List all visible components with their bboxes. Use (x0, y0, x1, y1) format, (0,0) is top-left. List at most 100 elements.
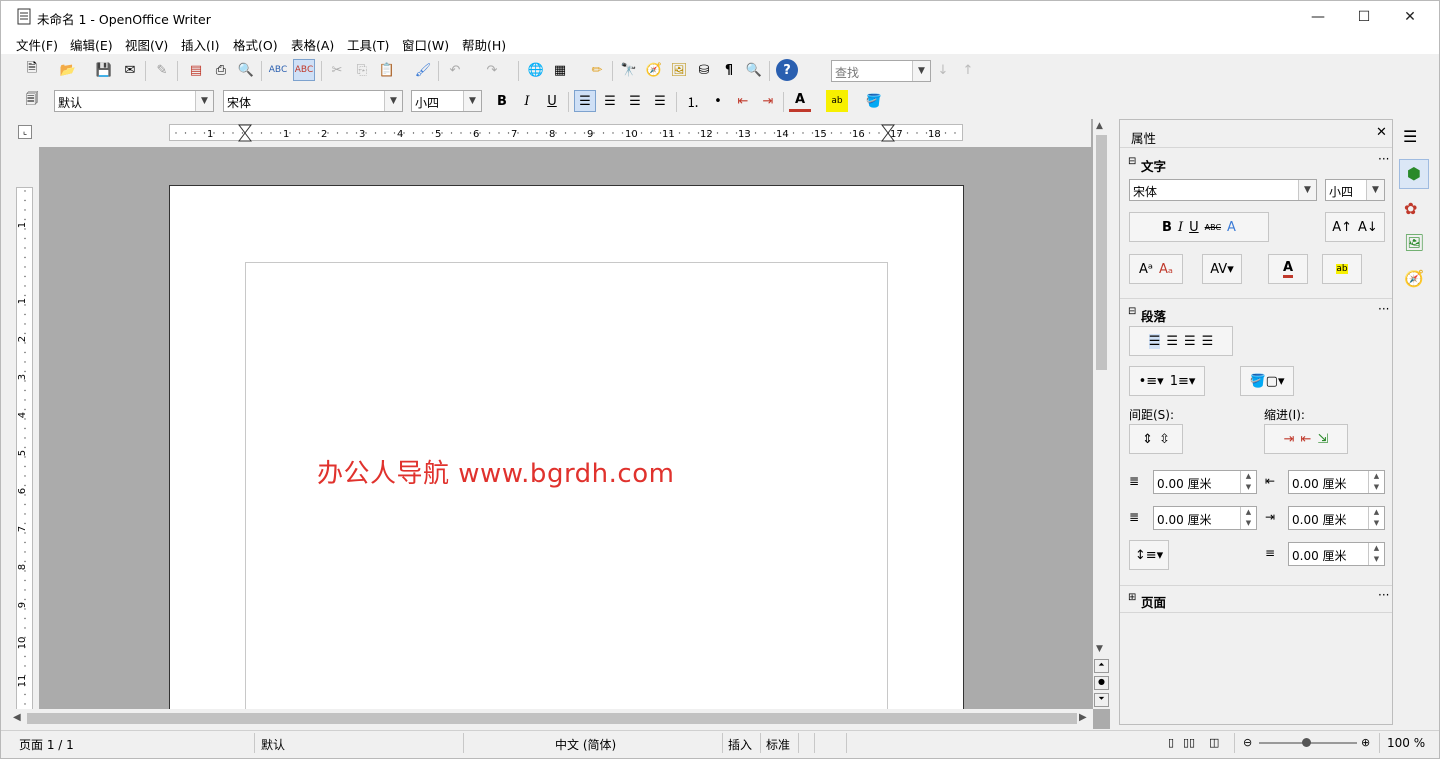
menu-format[interactable]: 格式(O) (233, 35, 278, 54)
font-name-select[interactable]: 宋体 ▼ (223, 90, 403, 112)
bullets-icon[interactable]: • (707, 90, 729, 112)
draw-functions-icon[interactable]: ✏ (586, 59, 608, 81)
spin-arrows-icon[interactable]: ▲ ▼ (1368, 543, 1384, 565)
numbering-icon[interactable]: ⒈ (682, 90, 704, 112)
highlight-button[interactable]: ab (1322, 254, 1362, 284)
spin-arrows-icon[interactable]: ▲ ▼ (1240, 507, 1256, 529)
previous-page-icon[interactable]: ⏶ (1094, 659, 1109, 673)
underline-button[interactable]: U (541, 90, 563, 112)
align-left-icon[interactable]: ☰ (574, 90, 596, 112)
menu-file[interactable]: 文件(F) (16, 35, 58, 54)
menu-window[interactable]: 窗口(W) (402, 35, 449, 54)
spin-arrows-icon[interactable]: ▲ ▼ (1368, 471, 1384, 493)
chevron-down-icon[interactable]: ▼ (384, 91, 402, 111)
horizontal-ruler[interactable]: ⌞ 1 1 2 3 4 5 6 7 8 9 10 11 12 13 14 15 16 17 18 (11, 119, 1091, 147)
spin-arrows-icon[interactable]: ▲ ▼ (1368, 507, 1384, 529)
paragraph-style-select[interactable]: 默认 ▼ (54, 90, 214, 112)
menu-edit[interactable]: 编辑(E) (70, 35, 113, 54)
paste-icon[interactable]: 📋 (376, 59, 398, 81)
italic-button[interactable]: I (516, 90, 538, 112)
help-icon[interactable]: ? (776, 59, 798, 81)
horizontal-scrollbar[interactable]: ◀ ▶ (11, 709, 1093, 729)
after-indent-input[interactable]: 0.00 厘米 ▲ ▼ (1288, 506, 1385, 530)
find-next-icon[interactable]: ↓ (932, 59, 954, 81)
collapse-icon[interactable]: ⊟ (1128, 156, 1136, 167)
page-style[interactable]: 默认 (261, 736, 285, 753)
grow-font-icon[interactable]: A↑ (1332, 220, 1352, 235)
superscript-icon[interactable]: Aᵃ (1139, 262, 1153, 277)
chevron-down-icon[interactable]: ▼ (1298, 180, 1316, 200)
bold-button[interactable]: B (1162, 220, 1172, 235)
book-view-icon[interactable]: ◫ (1209, 736, 1219, 749)
shadow-icon[interactable]: A (1227, 220, 1236, 235)
more-options-icon[interactable]: ··· (1378, 588, 1389, 602)
print-icon[interactable]: ⎙ (210, 59, 232, 81)
auto-spellcheck-icon[interactable]: ABC (293, 59, 315, 81)
increase-indent-icon[interactable]: ⇥ (757, 90, 779, 112)
email-icon[interactable]: ✉ (119, 59, 141, 81)
scroll-thumb[interactable] (27, 713, 1077, 724)
align-right-icon[interactable]: ☰ (624, 90, 646, 112)
decrease-indent-icon[interactable]: ⇤ (1301, 432, 1312, 447)
above-spacing-input[interactable]: 0.00 厘米 ▲ ▼ (1153, 470, 1257, 494)
align-center-icon[interactable]: ☰ (599, 90, 621, 112)
more-options-icon[interactable]: ··· (1378, 302, 1389, 316)
find-input[interactable]: 查找 ▼ (831, 60, 931, 82)
hanging-indent-icon[interactable]: ⇲ (1317, 432, 1328, 447)
sidebar-font-select[interactable]: 宋体 ▼ (1129, 179, 1317, 201)
bold-button[interactable]: B (491, 90, 513, 112)
edit-file-icon[interactable]: ✎ (151, 59, 173, 81)
font-color-button[interactable]: A (1268, 254, 1308, 284)
page-count[interactable]: 页面 1 / 1 (19, 736, 74, 753)
chevron-down-icon[interactable]: ▼ (1366, 180, 1384, 200)
subscript-icon[interactable]: Aₐ (1159, 262, 1173, 277)
collapse-icon[interactable]: ⊟ (1128, 306, 1136, 317)
zoom-icon[interactable]: 🔍 (743, 59, 765, 81)
scroll-left-icon[interactable]: ◀ (13, 712, 21, 723)
font-size-select[interactable]: 小四 ▼ (411, 90, 482, 112)
more-options-icon[interactable]: ··· (1378, 152, 1389, 166)
chevron-down-icon[interactable]: ▼ (195, 91, 213, 111)
menu-insert[interactable]: 插入(I) (181, 35, 219, 54)
print-preview-icon[interactable]: 🔍 (235, 59, 257, 81)
redo-icon[interactable]: ↷ (481, 59, 503, 81)
close-window-button[interactable]: ✕ (1387, 1, 1433, 32)
align-center-icon[interactable]: ☰ (1166, 334, 1178, 349)
undo-icon[interactable]: ↶ (444, 59, 466, 81)
spin-arrows-icon[interactable]: ▲ ▼ (1240, 471, 1256, 493)
navigator-tab-icon[interactable]: 🧭 (1404, 269, 1424, 288)
copy-icon[interactable]: ⎘ (351, 59, 373, 81)
chevron-down-icon[interactable]: ▼ (912, 61, 930, 81)
properties-tab-icon[interactable]: ⬢ (1399, 159, 1429, 189)
decrease-indent-icon[interactable]: ⇤ (732, 90, 754, 112)
data-sources-icon[interactable]: ⛁ (693, 59, 715, 81)
navigation-icon[interactable]: ● (1094, 676, 1109, 690)
zoom-out-icon[interactable]: ⊖ (1243, 736, 1252, 749)
indent-marker[interactable] (238, 124, 252, 142)
find-replace-icon[interactable]: 🔭 (618, 59, 640, 81)
expand-icon[interactable]: ⊞ (1128, 592, 1136, 603)
formatting-marks-icon[interactable]: ¶ (718, 59, 740, 81)
highlight-icon[interactable]: ab (826, 90, 848, 112)
zoom-slider-handle[interactable] (1302, 738, 1311, 747)
minimize-button[interactable]: — (1295, 1, 1341, 32)
increase-spacing-icon[interactable]: ⇕ (1142, 432, 1153, 447)
numbering-icon[interactable]: 1≡▾ (1170, 374, 1196, 389)
language[interactable]: 中文 (简体) (555, 736, 616, 753)
styles-icon[interactable]: 🗐 (21, 90, 43, 112)
justify-icon[interactable]: ☰ (649, 90, 671, 112)
line-spacing-button[interactable]: ↕≡▾ (1129, 540, 1169, 570)
find-previous-icon[interactable]: ↑ (957, 59, 979, 81)
vertical-ruler[interactable]: 1 1 2 3 4 5 6 7 8 9 10 11 (11, 147, 39, 717)
gallery-icon[interactable]: 🖼 (668, 59, 690, 81)
navigator-icon[interactable]: 🧭 (643, 59, 665, 81)
italic-button[interactable]: I (1178, 220, 1183, 235)
decrease-spacing-icon[interactable]: ⇳ (1159, 432, 1170, 447)
menu-table[interactable]: 表格(A) (291, 35, 334, 54)
align-right-icon[interactable]: ☰ (1184, 334, 1196, 349)
first-line-indent-input[interactable]: 0.00 厘米 ▲ ▼ (1288, 542, 1385, 566)
selection-mode[interactable]: 标准 (766, 736, 790, 753)
zoom-in-icon[interactable]: ⊕ (1361, 736, 1370, 749)
sidebar-size-select[interactable]: 小四 ▼ (1325, 179, 1385, 201)
scroll-right-icon[interactable]: ▶ (1079, 712, 1087, 723)
